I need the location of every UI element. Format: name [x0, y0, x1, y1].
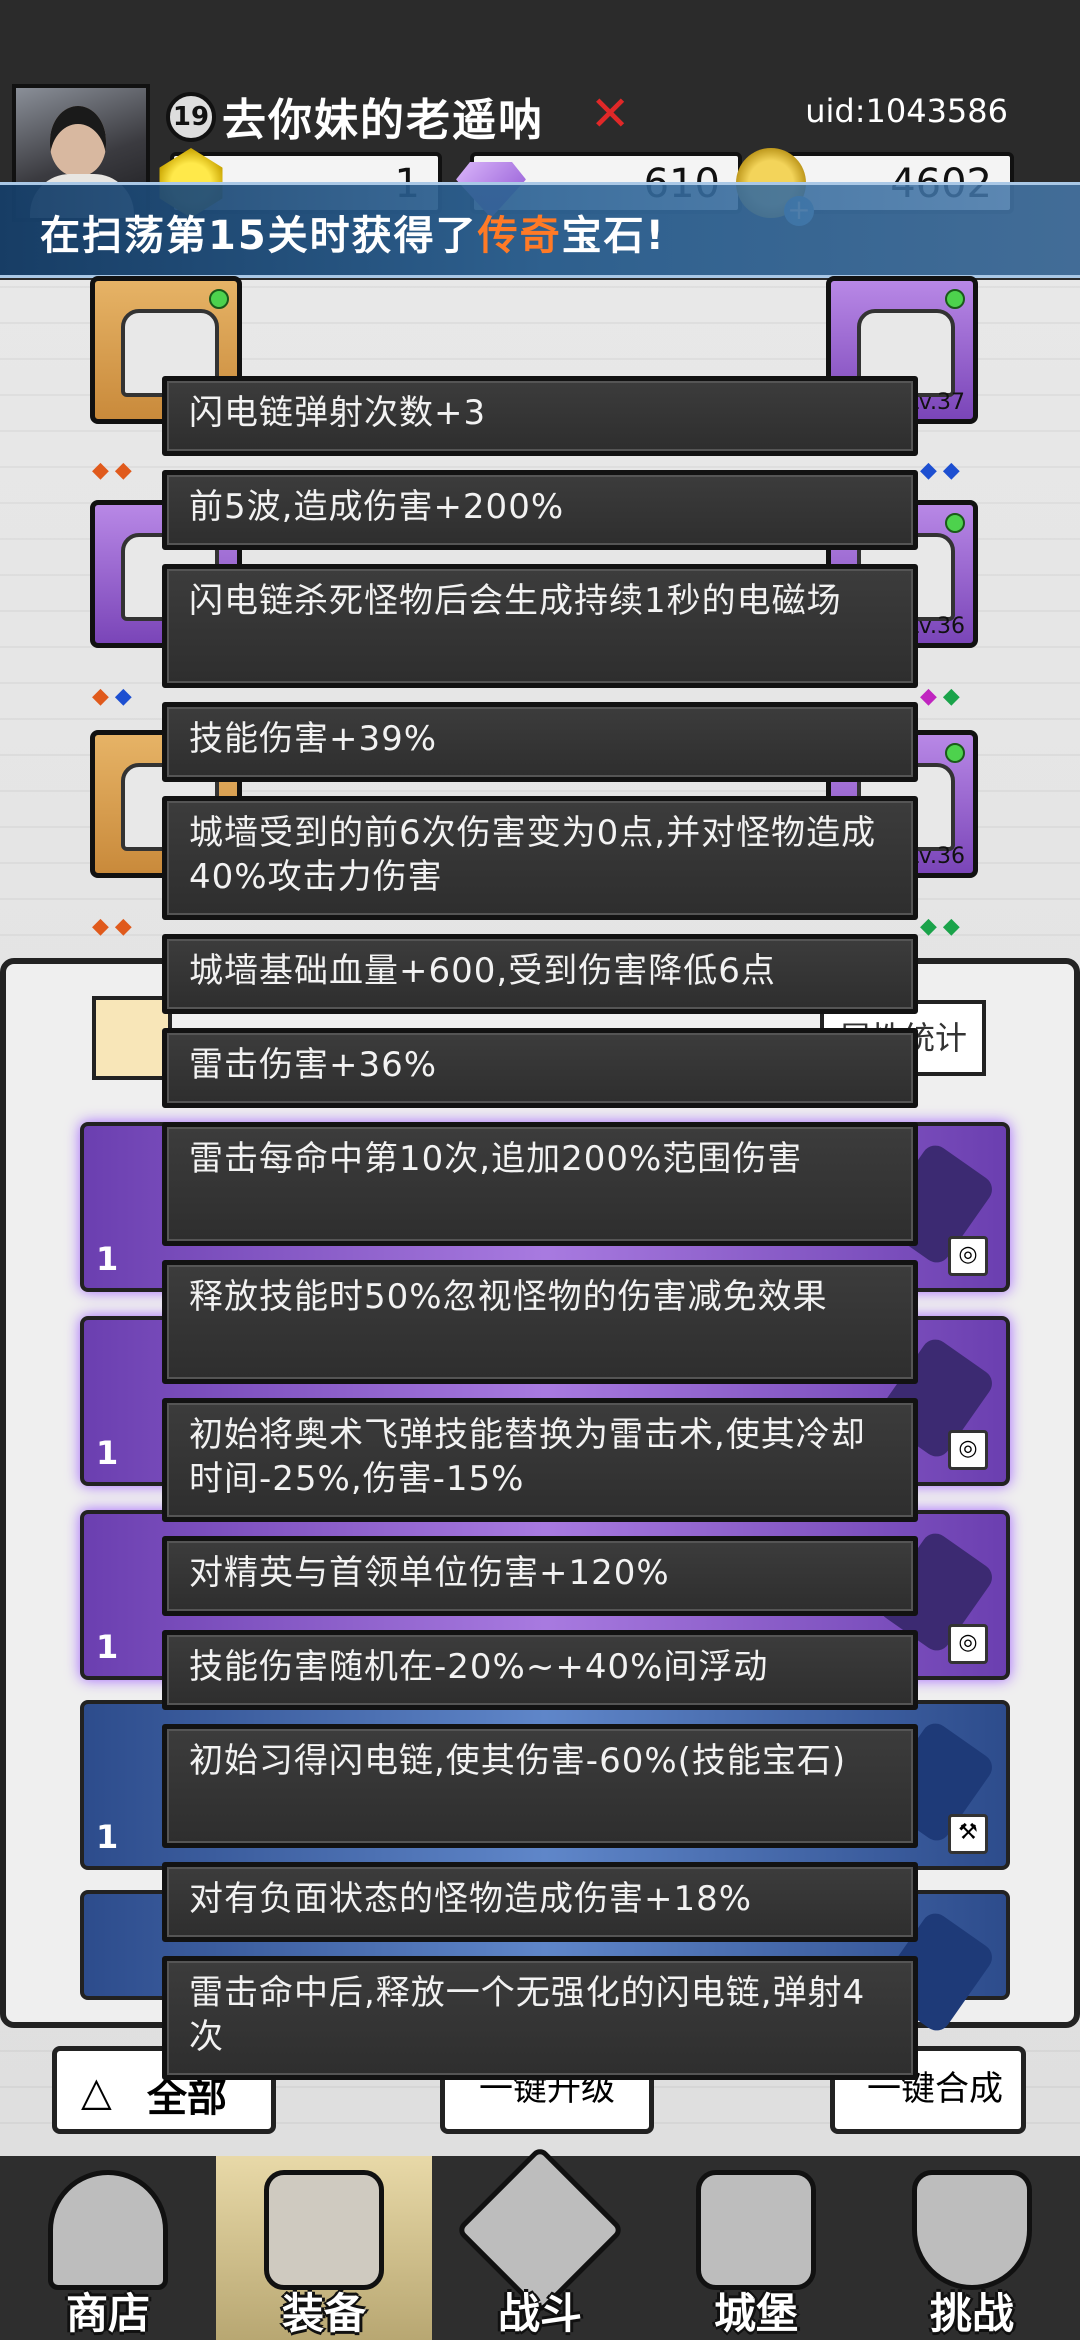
nav-shop[interactable]: 商店 — [0, 2156, 216, 2340]
affix-row: 释放技能时50%忽视怪物的伤害减免效果 — [162, 1260, 918, 1384]
nav-label: 城堡 — [713, 2289, 798, 2338]
gem-sockets: ◆◆ — [92, 914, 138, 939]
affix-text: 雷击每命中第10次,追加200%范围伤害 — [189, 1139, 803, 1179]
affix-text: 雷击伤害+36% — [189, 1045, 438, 1085]
affix-row: 初始习得闪电链,使其伤害-60%(技能宝石) — [162, 1724, 918, 1848]
gem-type-icon: ◎ — [948, 1430, 988, 1470]
affix-text: 技能伤害随机在-20%~+40%间浮动 — [189, 1647, 769, 1687]
gem-sockets: ◆◆ — [92, 458, 138, 483]
affix-text: 初始将奥术飞弹技能替换为雷击术,使其冷却时间-25%,伤害-15% — [189, 1415, 866, 1499]
item-count: 1 — [96, 1818, 119, 1856]
item-count: 1 — [96, 1628, 119, 1666]
gem-affix-tooltip: 闪电链弹射次数+3 前5波,造成伤害+200% 闪电链杀死怪物后会生成持续1秒的… — [162, 352, 918, 2102]
gem-sockets: ◆◆ — [920, 914, 966, 939]
status-dot — [945, 289, 965, 309]
status-dot — [209, 289, 229, 309]
banner-rarity: 传奇 — [477, 213, 562, 259]
affix-row: 技能伤害随机在-20%~+40%间浮动 — [162, 1630, 918, 1710]
nav-label: 战斗 — [497, 2289, 582, 2338]
banner-prefix: 在扫荡第15关时获得了 — [40, 213, 478, 259]
gem-sockets: ◆◆ — [920, 684, 966, 709]
status-dot — [945, 513, 965, 533]
item-count: 1 — [96, 1240, 119, 1278]
affix-row: 初始将奥术飞弹技能替换为雷击术,使其冷却时间-25%,伤害-15% — [162, 1398, 918, 1522]
castle-icon — [696, 2170, 816, 2290]
affix-row: 技能伤害+39% — [162, 702, 918, 782]
gem-type-icon: ◎ — [948, 1236, 988, 1276]
item-count: 1 — [96, 1434, 119, 1472]
nav-label: 挑战 — [929, 2289, 1014, 2338]
fashion-tab-icon[interactable] — [92, 996, 172, 1080]
affix-row: 雷击每命中第10次,追加200%范围伤害 — [162, 1122, 918, 1246]
affix-text: 前5波,造成伤害+200% — [189, 487, 565, 527]
affix-text: 对有负面状态的怪物造成伤害+18% — [189, 1879, 753, 1919]
vip-mark-icon: ✕ — [590, 86, 631, 142]
affix-row: 前5波,造成伤害+200% — [162, 470, 918, 550]
affix-row: 雷击命中后,释放一个无强化的闪电链,弹射4次 — [162, 1956, 918, 2080]
nav-castle[interactable]: 城堡 — [648, 2156, 864, 2340]
gem-type-icon: ⚒ — [948, 1814, 988, 1854]
affix-text: 闪电链杀死怪物后会生成持续1秒的电磁场 — [189, 581, 842, 621]
affix-text: 城墙受到的前6次伤害变为0点,并对怪物造成40%攻击力伤害 — [189, 813, 877, 897]
affix-text: 释放技能时50%忽视怪物的伤害减免效果 — [189, 1277, 828, 1317]
affix-row: 闪电链杀死怪物后会生成持续1秒的电磁场 — [162, 564, 918, 688]
affix-text: 初始习得闪电链,使其伤害-60%(技能宝石) — [189, 1741, 847, 1781]
gem-sockets: ◆◆ — [92, 684, 138, 709]
affix-row: 对有负面状态的怪物造成伤害+18% — [162, 1862, 918, 1942]
shop-icon — [48, 2170, 168, 2290]
nav-label: 装备 — [281, 2289, 366, 2338]
filter-triangle-icon: △ — [81, 2069, 112, 2115]
bottom-nav: 商店 装备 战斗 城堡 挑战 — [0, 2145, 1080, 2340]
affix-text: 技能伤害+39% — [189, 719, 438, 759]
nav-battle[interactable]: 战斗 — [432, 2145, 648, 2340]
affix-row: 对精英与首领单位伤害+120% — [162, 1536, 918, 1616]
affix-row: 闪电链弹射次数+3 — [162, 376, 918, 456]
affix-row: 雷击伤害+36% — [162, 1028, 918, 1108]
loot-notification-banner: 在扫荡第15关时获得了传奇宝石! — [0, 182, 1080, 278]
affix-row: 城墙受到的前6次伤害变为0点,并对怪物造成40%攻击力伤害 — [162, 796, 918, 920]
nav-label: 商店 — [65, 2289, 150, 2338]
backpack-icon — [264, 2170, 384, 2290]
affix-text: 雷击命中后,释放一个无强化的闪电链,弹射4次 — [189, 1973, 866, 2057]
nav-challenge[interactable]: 挑战 — [864, 2156, 1080, 2340]
affix-text: 闪电链弹射次数+3 — [189, 393, 487, 433]
shield-icon — [912, 2170, 1032, 2290]
banner-suffix: 宝石! — [561, 213, 666, 259]
level-badge: 19 — [166, 92, 216, 142]
gem-sockets: ◆◆ — [920, 458, 966, 483]
affix-text: 城墙基础血量+600,受到伤害降低6点 — [189, 951, 776, 991]
affix-text: 对精英与首领单位伤害+120% — [189, 1553, 670, 1593]
player-uid: uid:1043586 — [805, 92, 1008, 130]
gem-type-icon: ◎ — [948, 1624, 988, 1664]
player-name: 去你妹的老遥呐 — [222, 95, 544, 146]
banner-text: 在扫荡第15关时获得了传奇宝石! — [40, 203, 666, 261]
status-dot — [945, 743, 965, 763]
nav-equipment[interactable]: 装备 — [216, 2156, 432, 2340]
affix-row: 城墙基础血量+600,受到伤害降低6点 — [162, 934, 918, 1014]
